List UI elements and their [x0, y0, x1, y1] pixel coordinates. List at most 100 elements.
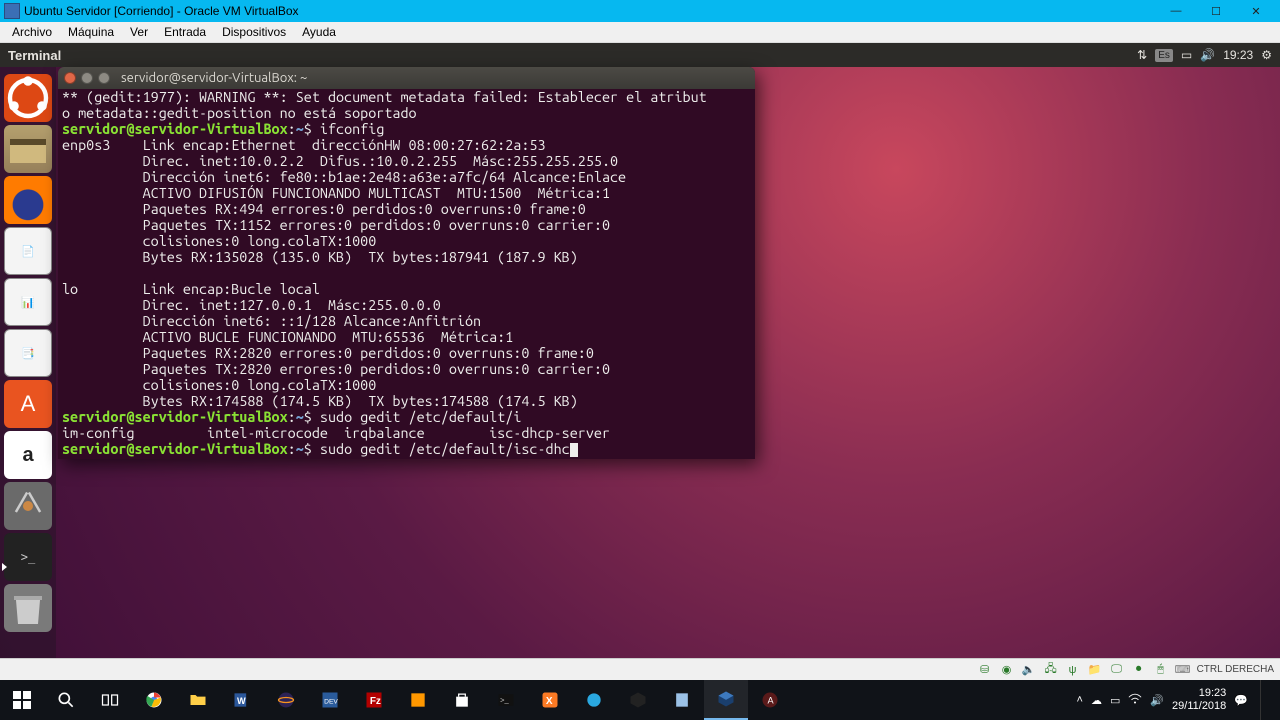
maximize-button[interactable]: ☐	[1196, 1, 1236, 21]
terminal-body[interactable]: ** (gedit:1977): WARNING **: Set documen…	[58, 89, 755, 459]
svg-text:X: X	[546, 696, 553, 707]
network-updown-icon[interactable]: ⇅	[1137, 48, 1147, 62]
taskview-icon	[100, 690, 120, 710]
taskbar-app2[interactable]	[660, 680, 704, 720]
battery-icon[interactable]: ▭	[1181, 48, 1192, 62]
search-button[interactable]	[44, 680, 88, 720]
writer-icon: 📄	[21, 245, 35, 258]
launcher-impress[interactable]: 📑	[4, 329, 52, 377]
minimize-button[interactable]: —	[1156, 1, 1196, 21]
vbox-display-icon[interactable]: 🖵	[1109, 662, 1125, 678]
taskbar-eclipse[interactable]	[264, 680, 308, 720]
guest-screen[interactable]: Terminal ⇅ Es ▭ 🔊 19:23 ⚙ 📄 📊 📑 A a >_ s…	[0, 43, 1280, 675]
tray-volume-icon[interactable]: 🔊	[1150, 694, 1164, 707]
taskbar-clock[interactable]: 19:23 29/11/2018	[1172, 687, 1226, 713]
taskbar-cmd[interactable]: >_	[484, 680, 528, 720]
software-icon: A	[21, 391, 36, 417]
terminal-minimize-icon[interactable]	[81, 72, 93, 84]
tray-notification-icon[interactable]: 💬	[1234, 694, 1248, 707]
menu-archivo[interactable]: Archivo	[4, 23, 60, 41]
virtualbox-title: Ubuntu Servidor [Corriendo] - Oracle VM …	[24, 4, 1156, 18]
taskbar-virtualbox[interactable]	[704, 680, 748, 720]
virtualbox-statusbar: ⛁ ◉ 🔈 🖧 ψ 📁 🖵 ⏺ 🖱 ⌨ CTRL DERECHA	[0, 658, 1280, 680]
svg-text:W: W	[237, 696, 246, 706]
search-icon	[56, 690, 76, 710]
menu-ver[interactable]: Ver	[122, 23, 156, 41]
taskbar-devcpp[interactable]: DEV	[308, 680, 352, 720]
svg-text:Fz: Fz	[370, 696, 381, 707]
tray-wifi-icon[interactable]	[1128, 692, 1142, 709]
tray-onedrive-icon[interactable]: ☁	[1091, 694, 1102, 707]
eclipse-icon	[276, 690, 296, 710]
terminal-titlebar[interactable]: servidor@servidor-VirtualBox: ~	[58, 67, 755, 89]
keyboard-layout-indicator[interactable]: Es	[1155, 49, 1173, 62]
terminal-window[interactable]: servidor@servidor-VirtualBox: ~ ** (gedi…	[58, 67, 755, 459]
clock[interactable]: 19:23	[1223, 48, 1253, 62]
vbox-recording-icon[interactable]: ⏺	[1131, 662, 1147, 678]
menu-dispositivos[interactable]: Dispositivos	[214, 23, 294, 41]
launcher-firefox[interactable]	[4, 176, 52, 224]
launcher-files[interactable]	[4, 125, 52, 173]
terminal-close-icon[interactable]	[64, 72, 76, 84]
chrome-icon	[144, 690, 164, 710]
show-desktop-button[interactable]	[1260, 680, 1274, 720]
menu-entrada[interactable]: Entrada	[156, 23, 214, 41]
taskbar-word[interactable]: W	[220, 680, 264, 720]
taskbar-sublime[interactable]	[396, 680, 440, 720]
vbox-optical-icon[interactable]: ◉	[999, 662, 1015, 678]
virtualbox-titlebar[interactable]: Ubuntu Servidor [Corriendo] - Oracle VM …	[0, 0, 1280, 22]
taskview-button[interactable]	[88, 680, 132, 720]
vbox-network-icon[interactable]: 🖧	[1043, 662, 1059, 678]
launcher-software[interactable]: A	[4, 380, 52, 428]
launcher-calc[interactable]: 📊	[4, 278, 52, 326]
taskbar-filezilla[interactable]: Fz	[352, 680, 396, 720]
vbox-shared-icon[interactable]: 📁	[1087, 662, 1103, 678]
folder-icon	[188, 690, 208, 710]
tray-battery-icon[interactable]: ▭	[1110, 694, 1120, 707]
launcher-terminal[interactable]: >_	[4, 533, 52, 581]
menu-ayuda[interactable]: Ayuda	[294, 23, 344, 41]
taskbar-explorer[interactable]	[176, 680, 220, 720]
ubuntu-logo-icon	[4, 74, 52, 122]
launcher-dash[interactable]	[4, 74, 52, 122]
taskbar-chrome[interactable]	[132, 680, 176, 720]
menu-maquina[interactable]: Máquina	[60, 23, 122, 41]
taskbar-app3[interactable]: A	[748, 680, 792, 720]
unity-icon	[628, 690, 648, 710]
windows-logo-icon	[12, 690, 32, 710]
virtualbox-icon	[716, 689, 736, 709]
launcher-trash[interactable]	[4, 584, 52, 632]
virtualbox-icon	[4, 3, 20, 19]
vbox-mouse-icon[interactable]: 🖱	[1153, 662, 1169, 678]
filezilla-icon: Fz	[364, 690, 384, 710]
close-button[interactable]: ✕	[1236, 1, 1276, 21]
terminal-maximize-icon[interactable]	[98, 72, 110, 84]
generic-app-icon	[584, 690, 604, 710]
active-app-label: Terminal	[8, 48, 61, 63]
taskbar-time: 19:23	[1172, 687, 1226, 700]
settings-icon	[13, 491, 43, 521]
start-button[interactable]	[0, 680, 44, 720]
store-icon	[452, 690, 472, 710]
taskbar-xampp[interactable]: X	[528, 680, 572, 720]
vbox-audio-icon[interactable]: 🔈	[1021, 662, 1037, 678]
svg-text:>_: >_	[500, 696, 509, 705]
tray-chevron-icon[interactable]: ˄	[1077, 694, 1083, 706]
session-icon[interactable]: ⚙	[1261, 48, 1272, 62]
impress-icon: 📑	[21, 347, 35, 360]
xampp-icon: X	[540, 690, 560, 710]
taskbar-store[interactable]	[440, 680, 484, 720]
launcher-writer[interactable]: 📄	[4, 227, 52, 275]
launcher-amazon[interactable]: a	[4, 431, 52, 479]
system-tray[interactable]: ˄ ☁ ▭ 🔊 19:23 29/11/2018 💬	[1077, 680, 1280, 720]
notepad-icon	[672, 690, 692, 710]
volume-icon[interactable]: 🔊	[1200, 48, 1215, 62]
trash-icon	[4, 584, 52, 632]
svg-text:DEV: DEV	[324, 698, 338, 705]
launcher-settings[interactable]	[4, 482, 52, 530]
vbox-hdd-icon[interactable]: ⛁	[977, 662, 993, 678]
vbox-usb-icon[interactable]: ψ	[1065, 662, 1081, 678]
taskbar-unity[interactable]	[616, 680, 660, 720]
vbox-hostkey-icon[interactable]: ⌨	[1175, 662, 1191, 678]
taskbar-app1[interactable]	[572, 680, 616, 720]
